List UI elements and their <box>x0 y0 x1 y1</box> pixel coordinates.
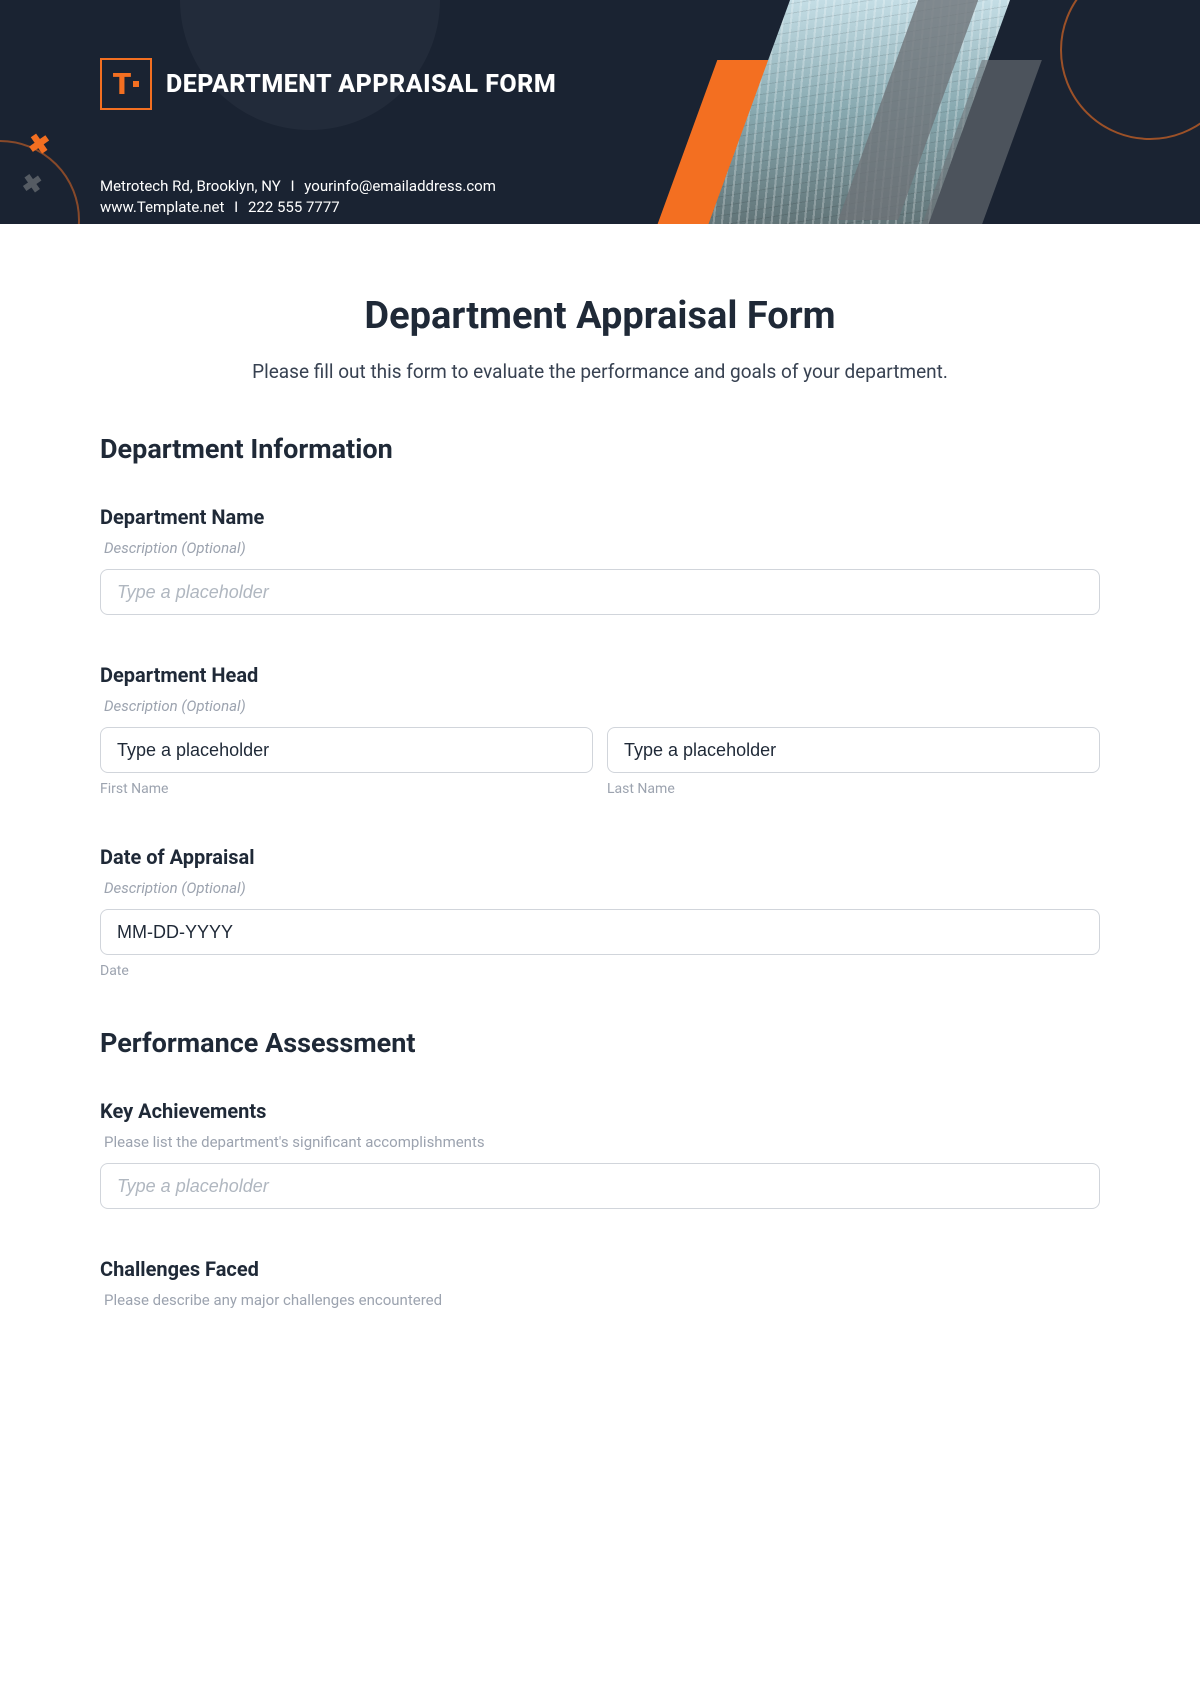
first-name-input[interactable] <box>100 727 593 773</box>
sublabel-date: Date <box>100 963 1100 979</box>
form-content: Department Appraisal Form Please fill ou… <box>0 224 1200 1361</box>
field-department-name: Department Name Description (Optional) <box>100 505 1100 615</box>
decor-dots <box>1030 150 1170 224</box>
field-department-head: Department Head Description (Optional) F… <box>100 663 1100 797</box>
logo-text: T <box>113 67 132 102</box>
section-heading-dept-info: Department Information <box>100 433 1100 465</box>
field-description: Description (Optional) <box>104 879 1100 897</box>
page-header: ✖ ✖ T DEPARTMENT APPRAISAL FORM Metrotec… <box>0 0 1200 224</box>
field-description: Please list the department's significant… <box>104 1133 1100 1151</box>
field-description: Please describe any major challenges enc… <box>104 1291 1100 1309</box>
field-label: Department Head <box>100 663 1100 687</box>
field-label: Date of Appraisal <box>100 845 1100 869</box>
department-name-input[interactable] <box>100 569 1100 615</box>
sublabel-last-name: Last Name <box>607 781 1100 797</box>
last-name-input[interactable] <box>607 727 1100 773</box>
date-input[interactable] <box>100 909 1100 955</box>
field-key-achievements: Key Achievements Please list the departm… <box>100 1099 1100 1209</box>
field-label: Key Achievements <box>100 1099 1100 1123</box>
header-contact: Metrotech Rd, Brooklyn, NY I yourinfo@em… <box>100 176 496 218</box>
section-heading-performance: Performance Assessment <box>100 1027 1100 1059</box>
header-email: yourinfo@emailaddress.com <box>304 177 496 195</box>
header-title: DEPARTMENT APPRAISAL FORM <box>166 70 556 99</box>
decor-ring <box>1060 0 1200 140</box>
logo-icon: T <box>100 58 152 110</box>
key-achievements-input[interactable] <box>100 1163 1100 1209</box>
field-description: Description (Optional) <box>104 539 1100 557</box>
field-label: Challenges Faced <box>100 1257 1100 1281</box>
header-website: www.Template.net <box>100 198 224 216</box>
separator: I <box>290 177 294 195</box>
form-intro: Please fill out this form to evaluate th… <box>100 360 1100 383</box>
field-label: Department Name <box>100 505 1100 529</box>
field-date-of-appraisal: Date of Appraisal Description (Optional)… <box>100 845 1100 979</box>
sublabel-first-name: First Name <box>100 781 593 797</box>
field-challenges-faced: Challenges Faced Please describe any maj… <box>100 1257 1100 1309</box>
form-title: Department Appraisal Form <box>100 294 1100 338</box>
header-address: Metrotech Rd, Brooklyn, NY <box>100 177 281 195</box>
separator: I <box>234 198 238 216</box>
header-phone: 222 555 7777 <box>248 198 340 216</box>
field-description: Description (Optional) <box>104 697 1100 715</box>
